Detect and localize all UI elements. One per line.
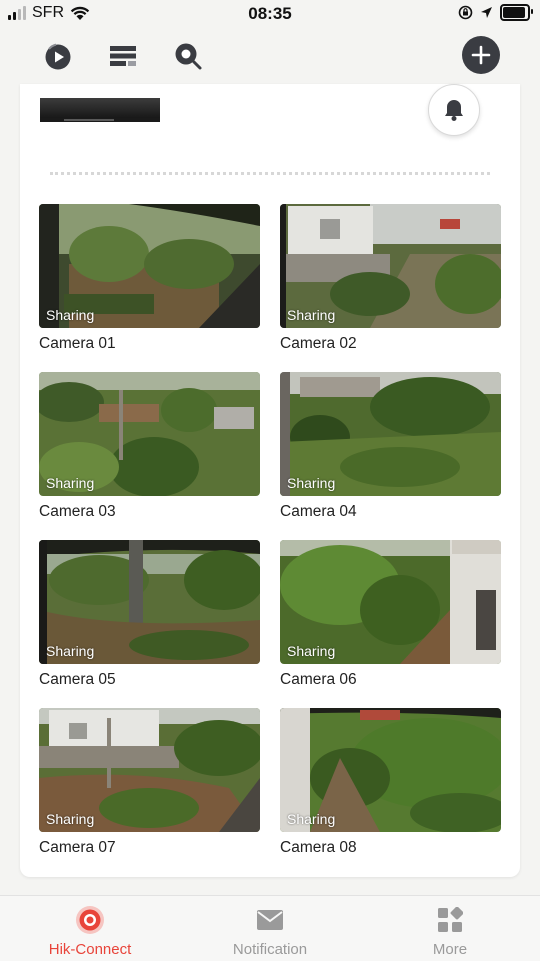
camera-label: Camera 03 bbox=[39, 503, 116, 520]
camera-tile[interactable]: Sharing Camera 08 bbox=[280, 708, 501, 857]
camera-thumbnail[interactable]: Sharing bbox=[39, 708, 260, 832]
camera-tile[interactable]: Sharing Camera 01 bbox=[39, 204, 260, 353]
camera-lens-icon bbox=[76, 906, 104, 934]
alarm-bell-button[interactable] bbox=[428, 84, 480, 136]
battery-icon bbox=[500, 4, 533, 21]
camera-thumbnail[interactable]: Sharing bbox=[39, 372, 260, 496]
camera-thumbnail[interactable]: Sharing bbox=[39, 204, 260, 328]
sharing-badge: Sharing bbox=[287, 811, 336, 827]
search-icon bbox=[175, 43, 202, 70]
tab-hik-connect[interactable]: Hik-Connect bbox=[0, 896, 180, 961]
tab-label: Notification bbox=[232, 941, 308, 958]
camera-label: Camera 02 bbox=[280, 335, 357, 352]
rotation-lock-icon bbox=[458, 5, 473, 20]
camera-thumbnail[interactable]: Sharing bbox=[280, 708, 501, 832]
bell-icon bbox=[445, 100, 463, 121]
sharing-badge: Sharing bbox=[46, 307, 95, 323]
sharing-badge: Sharing bbox=[46, 643, 95, 659]
camera-tile[interactable]: Sharing Camera 05 bbox=[39, 540, 260, 689]
camera-tile[interactable]: Sharing Camera 04 bbox=[280, 372, 501, 521]
camera-thumbnail[interactable]: Sharing bbox=[280, 372, 501, 496]
camera-tile[interactable]: Sharing Camera 03 bbox=[39, 372, 260, 521]
sharing-badge: Sharing bbox=[287, 475, 336, 491]
camera-thumbnail[interactable]: Sharing bbox=[280, 540, 501, 664]
list-view-icon bbox=[110, 46, 136, 66]
camera-tile[interactable]: Sharing Camera 02 bbox=[280, 204, 501, 353]
toolbar bbox=[0, 34, 540, 78]
envelope-icon bbox=[257, 910, 283, 930]
tab-label: More bbox=[432, 941, 468, 958]
section-divider bbox=[50, 172, 490, 175]
add-device-button[interactable] bbox=[462, 36, 500, 74]
camera-label: Camera 07 bbox=[39, 839, 116, 856]
bottom-tab-bar: Hik-Connect Notification More bbox=[0, 895, 540, 961]
grid-apps-icon bbox=[438, 907, 463, 932]
search-button[interactable] bbox=[170, 38, 206, 74]
camera-label: Camera 05 bbox=[39, 671, 116, 688]
camera-label: Camera 06 bbox=[280, 671, 357, 688]
camera-thumbnail[interactable]: Sharing bbox=[280, 204, 501, 328]
camera-tile[interactable]: Sharing Camera 07 bbox=[39, 708, 260, 857]
camera-label: Camera 01 bbox=[39, 335, 116, 352]
plus-icon bbox=[471, 45, 491, 65]
sharing-badge: Sharing bbox=[46, 811, 95, 827]
playback-icon bbox=[45, 43, 71, 70]
device-card: Sharing Camera 01 Sharing Camera 02 Shar… bbox=[20, 84, 520, 877]
playback-button[interactable] bbox=[40, 38, 76, 74]
sharing-badge: Sharing bbox=[46, 475, 95, 491]
tab-notification[interactable]: Notification bbox=[180, 896, 360, 961]
sharing-badge: Sharing bbox=[287, 643, 336, 659]
list-view-button[interactable] bbox=[105, 38, 141, 74]
nvr-device-image bbox=[40, 98, 160, 122]
status-bar: SFR 08:35 bbox=[0, 0, 540, 30]
camera-tile[interactable]: Sharing Camera 06 bbox=[280, 540, 501, 689]
camera-label: Camera 08 bbox=[280, 839, 357, 856]
location-arrow-icon bbox=[481, 7, 492, 18]
tab-more[interactable]: More bbox=[360, 896, 540, 961]
camera-label: Camera 04 bbox=[280, 503, 357, 520]
camera-thumbnail[interactable]: Sharing bbox=[39, 540, 260, 664]
sharing-badge: Sharing bbox=[287, 307, 336, 323]
tab-label: Hik-Connect bbox=[48, 941, 132, 958]
status-right bbox=[458, 4, 533, 21]
